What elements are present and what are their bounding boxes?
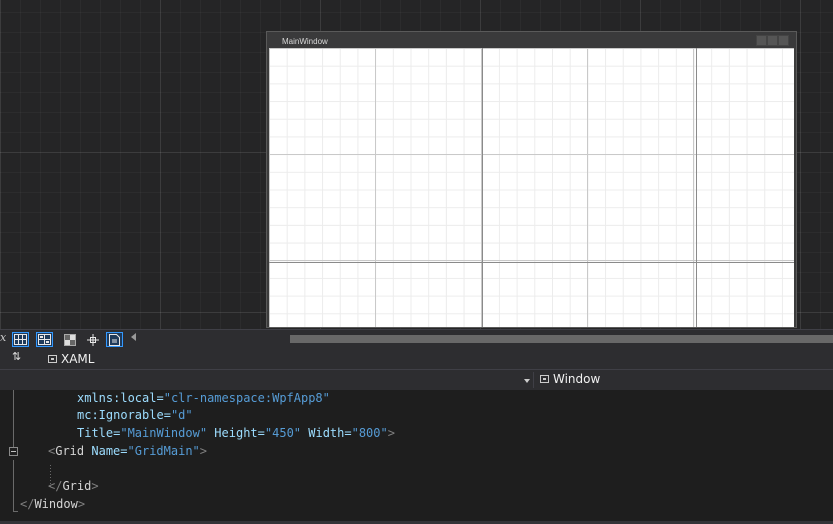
maximize-icon <box>767 35 778 46</box>
fold-guide <box>13 460 14 512</box>
element-selector[interactable]: Window <box>540 372 600 386</box>
designer-toolbar: x <box>0 329 833 349</box>
element-selector-label: Window <box>553 372 601 386</box>
tab-xaml[interactable]: XAML <box>48 351 94 367</box>
window-title: MainWindow <box>282 37 328 46</box>
xaml-code-editor[interactable]: xmlns:local="clr-namespace:WpfApp8" mc:I… <box>0 390 833 524</box>
code-line: Title="MainWindow" Height="450" Width="8… <box>77 426 395 440</box>
grid-main-canvas[interactable] <box>269 48 794 327</box>
main-window-preview[interactable]: MainWindow <box>266 31 797 328</box>
fx-label: x <box>0 331 7 344</box>
chevron-down-icon[interactable] <box>524 379 530 383</box>
minimize-icon <box>756 35 767 46</box>
window-title-bar: MainWindow <box>267 32 796 48</box>
element-icon <box>540 375 549 383</box>
grid-column-divider <box>696 48 697 327</box>
xaml-doc-icon <box>48 355 57 363</box>
close-icon <box>778 35 789 46</box>
collapse-icon[interactable] <box>9 447 18 456</box>
device-preview-icon[interactable] <box>106 332 123 347</box>
grid-view-icon[interactable] <box>12 332 29 347</box>
scrollbar-thumb[interactable] <box>290 335 833 343</box>
artboard-background-icon[interactable] <box>61 332 78 347</box>
design-surface[interactable]: MainWindow <box>0 0 833 329</box>
fold-guide <box>13 390 14 452</box>
grid-row-divider <box>269 262 794 263</box>
code-line: </Grid> <box>48 479 99 493</box>
snap-grid-icon[interactable] <box>36 332 53 347</box>
grid-column-divider <box>482 48 483 327</box>
snap-lines-icon[interactable] <box>84 332 101 347</box>
tab-xaml-label: XAML <box>61 352 95 366</box>
divider <box>533 372 534 388</box>
navigation-bar: Window <box>0 369 833 390</box>
swap-panes-icon[interactable]: ⇅ <box>12 350 21 363</box>
scroll-left-icon[interactable] <box>131 333 136 341</box>
code-line: mc:Ignorable="d" <box>77 408 193 422</box>
horizontal-scrollbar[interactable] <box>290 334 833 344</box>
code-line: <Grid Name="GridMain"> <box>48 444 207 458</box>
code-line: xmlns:local="clr-namespace:WpfApp8" <box>77 391 330 405</box>
fold-guide-end <box>13 511 18 512</box>
code-line: </Window> <box>20 497 86 511</box>
view-tab-strip: ⇅ XAML <box>0 348 833 369</box>
